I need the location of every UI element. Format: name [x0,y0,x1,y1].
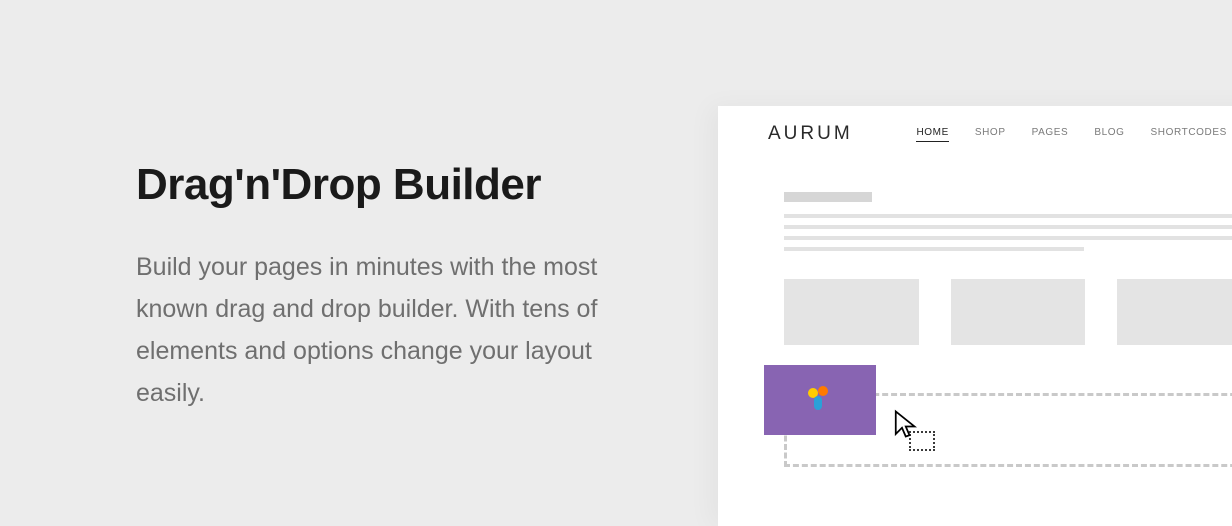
cursor-arrow-icon [892,409,922,439]
builder-preview: AURUM HOME SHOP PAGES BLOG SHORTCODES BU [718,106,1232,526]
placeholder-line [784,225,1232,229]
feature-heading: Drag'n'Drop Builder [136,160,656,210]
placeholder-line [784,236,1232,240]
placeholder-line [784,247,1084,251]
nav-pages[interactable]: PAGES [1032,127,1069,142]
nav-blog[interactable]: BLOG [1094,127,1124,142]
preview-header: AURUM HOME SHOP PAGES BLOG SHORTCODES BU [718,106,1232,162]
drag-block[interactable] [764,365,876,435]
feature-description: Build your pages in minutes with the mos… [136,246,656,414]
placeholder-line [784,214,1232,218]
preview-body [718,162,1232,345]
balloons-icon [806,386,834,414]
preview-nav: HOME SHOP PAGES BLOG SHORTCODES BU [916,127,1232,142]
nav-shop[interactable]: SHOP [975,127,1006,142]
placeholder-box [951,279,1086,345]
placeholder-box [1117,279,1232,345]
placeholder-box [784,279,919,345]
placeholder-title [784,192,872,202]
nav-home[interactable]: HOME [916,127,948,142]
preview-logo: AURUM [768,123,853,145]
nav-shortcodes[interactable]: SHORTCODES [1151,127,1227,142]
placeholder-boxes [784,279,1232,345]
